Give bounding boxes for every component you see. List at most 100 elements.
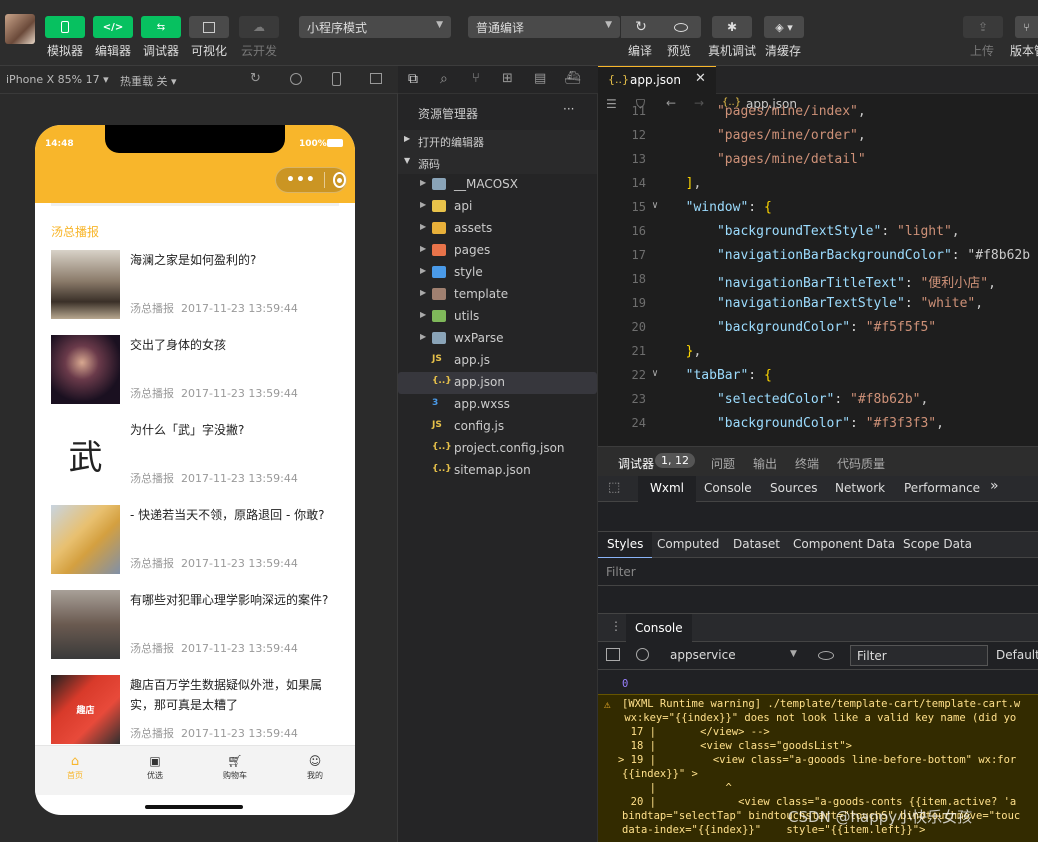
file-item[interactable]: {..} sitemap.json	[398, 460, 597, 482]
tab-dataset[interactable]: Dataset	[733, 537, 780, 551]
kebab-menu-icon[interactable]: ⋮	[610, 619, 622, 633]
code-line[interactable]: 22 ∨ "tabBar": {	[598, 368, 1038, 392]
log-level-select[interactable]: Default	[996, 648, 1038, 662]
mode-select[interactable]: 小程序模式 ▼	[299, 16, 451, 38]
code-line[interactable]: 15 ∨ "window": {	[598, 200, 1038, 224]
hotreload-select[interactable]: 热重载 关 ▾	[120, 73, 177, 89]
phone-icon[interactable]	[332, 72, 341, 86]
console-filter-input[interactable]: Filter	[850, 645, 988, 666]
code-line[interactable]: 18 "navigationBarTitleText": "便利小店",	[598, 272, 1038, 296]
folder-item[interactable]: ▶ api	[398, 196, 597, 218]
outline-icon[interactable]: ▤	[534, 71, 546, 86]
code-line[interactable]: 23 "selectedColor": "#f8b62b",	[598, 392, 1038, 416]
tab-network[interactable]: Network	[835, 481, 885, 495]
code-editor[interactable]: 11 "pages/mine/index", 12 "pages/mine/ord…	[598, 104, 1038, 446]
tab-home[interactable]: ⌂ 首页	[35, 754, 115, 781]
clear-icon[interactable]	[636, 648, 649, 661]
files-icon[interactable]: ⧉	[408, 71, 418, 87]
tab-mine[interactable]: ☺ 我的	[275, 754, 355, 781]
source-section[interactable]: ▼ 源码	[398, 152, 597, 174]
styles-filter-input[interactable]: Filter	[606, 565, 636, 579]
list-item[interactable]: 趣店 趣店百万学生数据疑似外泄，如果属实，那可真是太糟了 汤总播报 2017-1…	[51, 675, 346, 745]
code-line[interactable]: 17 "navigationBarBackgroundColor": "#f8b…	[598, 248, 1038, 272]
remote-debug-button[interactable]: ✱	[712, 16, 752, 38]
version-button[interactable]: ⑂	[1015, 16, 1038, 38]
list-item[interactable]: 武 为什么「武」字没撇? 汤总播报 2017-11-23 13:59:44	[51, 420, 346, 490]
tab-scope-data[interactable]: Scope Data	[903, 537, 972, 551]
code-line[interactable]: 11 "pages/mine/index",	[598, 104, 1038, 128]
avatar[interactable]	[5, 14, 35, 44]
list-item[interactable]: 交出了身体的女孩 汤总播报 2017-11-23 13:59:44	[51, 335, 346, 405]
styles-filter[interactable]: Filter	[598, 558, 1038, 586]
folder-item[interactable]: ▶ __MACOSX	[398, 174, 597, 196]
tab-wxml[interactable]: Wxml	[638, 476, 696, 502]
file-item[interactable]: JS config.js	[398, 416, 597, 438]
cloud-dev-button[interactable]: ☁	[239, 16, 279, 38]
code-line[interactable]: 24 "backgroundColor": "#f3f3f3",	[598, 416, 1038, 440]
file-item[interactable]: {..} project.config.json	[398, 438, 597, 460]
menu-capsule[interactable]: •••	[275, 167, 347, 193]
popout-icon[interactable]	[370, 73, 382, 84]
open-editors-section[interactable]: ▶ 打开的编辑器	[398, 130, 597, 152]
git-icon[interactable]: ⑂	[472, 71, 480, 86]
tab-code-quality[interactable]: 代码质量	[837, 455, 885, 472]
docker-icon[interactable]: ⛴︎	[564, 71, 581, 86]
device-select[interactable]: iPhone X 85% 17 ▾	[6, 73, 109, 86]
sidebar-toggle-icon[interactable]	[606, 648, 620, 661]
more-icon[interactable]: •••	[286, 172, 316, 188]
tab-problems[interactable]: 问题	[711, 455, 735, 472]
folder-item[interactable]: ▶ pages	[398, 240, 597, 262]
clear-cache-button[interactable]: ◈ ▾	[764, 16, 804, 38]
tab-styles[interactable]: Styles	[598, 532, 653, 558]
compile-select[interactable]: 普通编译 ▼	[468, 16, 620, 38]
chevron-double-right-icon[interactable]: »	[990, 478, 999, 494]
tab-preferred[interactable]: ▣ 优选	[115, 754, 195, 781]
code-line[interactable]: 12 "pages/mine/order",	[598, 128, 1038, 152]
editor-toggle-button[interactable]: </>	[93, 16, 133, 38]
tab-output[interactable]: 输出	[753, 455, 777, 472]
close-icon[interactable]	[332, 172, 346, 188]
tab-component-data[interactable]: Component Data	[793, 537, 895, 551]
code-line[interactable]: 19 "navigationBarTextStyle": "white",	[598, 296, 1038, 320]
context-select[interactable]: appservice	[670, 648, 736, 662]
list-item[interactable]: - 快递若当天不领，原路退回 - 你敢? 汤总播报 2017-11-23 13:…	[51, 505, 346, 575]
tab-sources[interactable]: Sources	[770, 481, 817, 495]
tab-performance[interactable]: Performance	[904, 481, 980, 495]
visual-toggle-button[interactable]	[189, 16, 229, 38]
tab-console-drawer[interactable]: Console	[626, 614, 692, 642]
code-line[interactable]: 16 "backgroundTextStyle": "light",	[598, 224, 1038, 248]
more-icon[interactable]: ···	[563, 102, 574, 116]
fold-icon[interactable]: ∨	[652, 368, 658, 379]
stop-icon[interactable]	[290, 73, 302, 85]
code-line[interactable]: 13 "pages/mine/detail"	[598, 152, 1038, 176]
file-item[interactable]: 3 app.wxss	[398, 394, 597, 416]
preview-button[interactable]	[661, 16, 701, 38]
folder-item[interactable]: ▶ style	[398, 262, 597, 284]
close-icon[interactable]: ✕	[695, 71, 706, 86]
simulator-toggle-button[interactable]	[45, 16, 85, 38]
tab-console[interactable]: Console	[704, 481, 752, 495]
code-line[interactable]: 20 "backgroundColor": "#f5f5f5"	[598, 320, 1038, 344]
eye-icon[interactable]	[818, 651, 834, 660]
folder-item[interactable]: ▶ wxParse	[398, 328, 597, 350]
extensions-icon[interactable]: ⊞	[502, 71, 513, 86]
tab-computed[interactable]: Computed	[657, 537, 719, 551]
list-item[interactable]: 有哪些对犯罪心理学影响深远的案件? 汤总播报 2017-11-23 13:59:…	[51, 590, 346, 660]
folder-item[interactable]: ▶ template	[398, 284, 597, 306]
folder-item[interactable]: ▶ assets	[398, 218, 597, 240]
compile-button[interactable]: ↻	[621, 16, 661, 38]
upload-button[interactable]: ⇪	[963, 16, 1003, 38]
tab-debugger[interactable]: 调试器	[618, 455, 654, 472]
fold-icon[interactable]: ∨	[652, 200, 658, 211]
code-line[interactable]: 14 ],	[598, 176, 1038, 200]
file-item[interactable]: {..} app.json	[398, 372, 597, 394]
inspect-icon[interactable]: ⬚	[608, 480, 620, 495]
tab-app-json[interactable]: {..} app.json ✕	[598, 66, 716, 94]
tab-terminal[interactable]: 终端	[795, 455, 819, 472]
code-line[interactable]: 21 },	[598, 344, 1038, 368]
tab-cart[interactable]: 🛒︎ 购物车	[195, 754, 275, 781]
reload-icon[interactable]: ↻	[250, 71, 261, 86]
folder-item[interactable]: ▶ utils	[398, 306, 597, 328]
file-item[interactable]: JS app.js	[398, 350, 597, 372]
search-icon[interactable]: ⌕	[440, 71, 448, 87]
